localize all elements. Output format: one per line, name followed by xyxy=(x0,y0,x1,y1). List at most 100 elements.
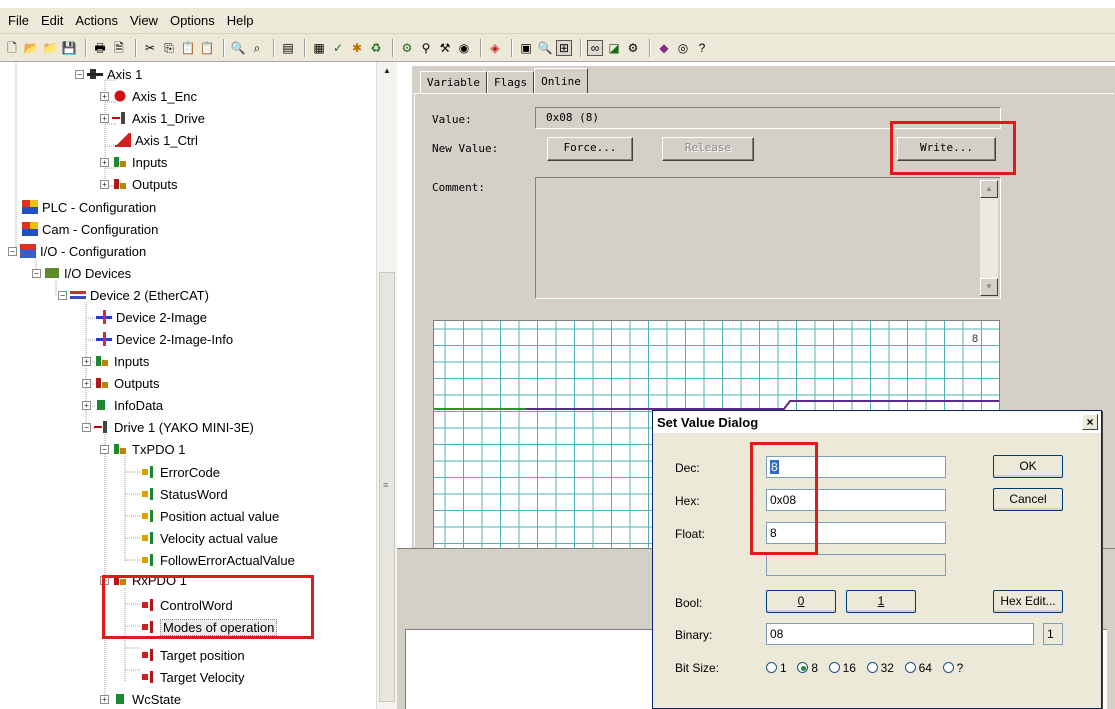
check-icon[interactable]: ✓ xyxy=(330,40,346,56)
save-icon[interactable]: 💾 xyxy=(61,40,77,56)
dialog-titlebar[interactable]: Set Value Dialog xyxy=(653,411,1101,433)
bitsize-option-64[interactable]: 64 xyxy=(904,661,932,675)
comment-field[interactable]: ▲ ▼ xyxy=(535,177,1001,299)
bitsize-option-8[interactable]: 8 xyxy=(797,661,818,675)
tree-item-axis-1-ctrl[interactable]: Axis 1_Ctrl xyxy=(115,129,198,151)
tree-item-drive-1[interactable]: − Drive 1 (YAKO MINI-3E) xyxy=(82,416,254,438)
open-folder-icon[interactable]: 📂 xyxy=(23,40,39,56)
collapse-icon[interactable]: − xyxy=(32,268,41,278)
cancel-button[interactable]: Cancel xyxy=(993,488,1063,511)
tab-online[interactable]: Online xyxy=(534,68,588,94)
collapse-icon[interactable]: − xyxy=(82,422,91,432)
monitor-icon[interactable]: ∞ xyxy=(587,39,603,56)
target-icon[interactable]: ◈ xyxy=(487,40,503,56)
collapse-icon[interactable]: − xyxy=(75,69,84,79)
online-icon[interactable]: 🔍 xyxy=(537,40,553,56)
collapse-icon[interactable]: − xyxy=(100,444,109,454)
tree-item-axis-outputs[interactable]: + Outputs xyxy=(100,173,178,195)
tree-item-wcstate[interactable]: + WcState xyxy=(100,688,181,709)
tree-item-target-velocity[interactable]: Target Velocity xyxy=(140,666,245,688)
tree-item-device-2-image-info[interactable]: Device 2-Image-Info xyxy=(96,328,233,350)
print-preview-icon[interactable]: 🗎 xyxy=(111,40,127,56)
tree-item-device-outputs[interactable]: + Outputs xyxy=(82,372,160,394)
collapse-icon[interactable]: − xyxy=(8,246,17,256)
expand-icon[interactable]: + xyxy=(100,694,109,704)
scroll-down-icon[interactable]: ▼ xyxy=(980,278,998,296)
tab-variable[interactable]: Variable xyxy=(420,71,487,93)
menu-view[interactable]: View xyxy=(130,13,158,28)
network-icon[interactable]: ▦ xyxy=(311,40,327,56)
show-online-icon[interactable]: ⊞ xyxy=(556,39,572,56)
network-scan-icon[interactable]: ⚲ xyxy=(418,40,434,56)
menu-file[interactable]: File xyxy=(8,13,29,28)
activate-config-icon[interactable]: ✱ xyxy=(349,40,365,56)
tree-item-plc-configuration[interactable]: PLC - Configuration xyxy=(22,196,156,218)
ok-button[interactable]: OK xyxy=(993,455,1063,478)
bitsize-option-unknown[interactable]: ? xyxy=(942,661,963,675)
tree-item-position-actual-value[interactable]: Position actual value xyxy=(140,505,279,527)
comment-scrollbar[interactable]: ▲ ▼ xyxy=(980,180,998,296)
tree-item-errorcode[interactable]: ErrorCode xyxy=(140,461,220,483)
settings-icon[interactable]: ⚙ xyxy=(625,40,641,56)
tree-item-device-2-ethercat[interactable]: − Device 2 (EtherCAT) xyxy=(58,284,209,306)
expand-icon[interactable]: + xyxy=(100,157,109,167)
tree-item-cam-configuration[interactable]: Cam - Configuration xyxy=(22,218,158,240)
menu-options[interactable]: Options xyxy=(170,13,215,28)
paste-link-icon[interactable]: 📋 xyxy=(199,40,215,56)
bitsize-option-32[interactable]: 32 xyxy=(866,661,894,675)
find-icon[interactable]: 🔍 xyxy=(230,40,246,56)
tree-item-device-inputs[interactable]: + Inputs xyxy=(82,350,149,372)
binary-input[interactable]: 08 xyxy=(766,623,1034,645)
bitsize-option-16[interactable]: 16 xyxy=(828,661,856,675)
force-button[interactable]: Force... xyxy=(547,137,633,161)
menu-edit[interactable]: Edit xyxy=(41,13,63,28)
scroll-up-icon[interactable]: ▲ xyxy=(980,180,998,198)
tree-item-velocity-actual-value[interactable]: Velocity actual value xyxy=(140,527,278,549)
hex-edit-button[interactable]: Hex Edit... xyxy=(993,590,1063,613)
open-project-icon[interactable]: 📁 xyxy=(42,40,58,56)
menu-actions[interactable]: Actions xyxy=(75,13,118,28)
expand-icon[interactable]: + xyxy=(82,378,91,388)
tree-item-axis-1-drive[interactable]: + Axis 1_Drive xyxy=(100,107,205,129)
help-book-icon[interactable]: ◆ xyxy=(656,40,672,56)
toggle-view-icon[interactable]: ▤ xyxy=(280,40,296,56)
tree-scrollbar[interactable]: ▲ ≡ xyxy=(376,62,397,709)
tab-flags[interactable]: Flags xyxy=(486,71,535,93)
tree-item-io-devices[interactable]: − I/O Devices xyxy=(32,262,131,284)
bitsize-option-1[interactable]: 1 xyxy=(766,661,787,675)
config-mode-icon[interactable]: ◉ xyxy=(456,40,472,56)
release-button[interactable]: Release xyxy=(662,137,754,161)
about-icon[interactable]: ◎ xyxy=(675,40,691,56)
collapse-icon[interactable]: − xyxy=(58,290,67,300)
restart-icon[interactable]: ♻ xyxy=(368,40,384,56)
tree-item-followerroractualvalue[interactable]: FollowErrorActualValue xyxy=(140,549,295,571)
tree-item-statusword[interactable]: StatusWord xyxy=(140,483,228,505)
set-run-mode-icon[interactable]: ⚙ xyxy=(399,40,415,56)
print-icon[interactable]: 🖶 xyxy=(92,40,108,56)
copy-icon[interactable]: ⎘ xyxy=(161,40,177,56)
tree-item-txpdo-1[interactable]: − TxPDO 1 xyxy=(100,438,185,460)
bool-1-button[interactable]: 1 xyxy=(846,590,916,613)
tree-item-axis-inputs[interactable]: + Inputs xyxy=(100,151,167,173)
hammer-icon[interactable]: ⚒ xyxy=(437,40,453,56)
expand-icon[interactable]: + xyxy=(100,179,109,189)
tree-item-io-configuration[interactable]: − I/O - Configuration xyxy=(8,240,146,262)
new-file-icon[interactable]: 🗋 xyxy=(4,40,20,56)
tree-item-device-2-image[interactable]: Device 2-Image xyxy=(96,306,207,328)
expand-icon[interactable]: + xyxy=(82,356,91,366)
tree-item-target-position[interactable]: Target position xyxy=(140,644,245,666)
close-icon[interactable]: × xyxy=(1082,414,1098,430)
expand-icon[interactable]: + xyxy=(100,113,109,123)
expand-icon[interactable]: + xyxy=(82,400,91,410)
paste-icon[interactable]: 📋 xyxy=(180,40,196,56)
scroll-up-icon[interactable]: ▲ xyxy=(377,62,397,80)
expand-icon[interactable]: + xyxy=(100,91,109,101)
online-watch-icon[interactable]: ◪ xyxy=(606,40,622,56)
find-next-icon[interactable]: ⌕ xyxy=(249,40,265,56)
cut-icon[interactable]: ✂ xyxy=(142,40,158,56)
bool-0-button[interactable]: 0 xyxy=(766,590,836,613)
tree-item-axis-1[interactable]: − Axis 1 xyxy=(75,63,142,85)
question-icon[interactable]: ? xyxy=(694,40,710,56)
menu-help[interactable]: Help xyxy=(227,13,254,28)
tree-item-axis-1-enc[interactable]: + Axis 1_Enc xyxy=(100,85,197,107)
